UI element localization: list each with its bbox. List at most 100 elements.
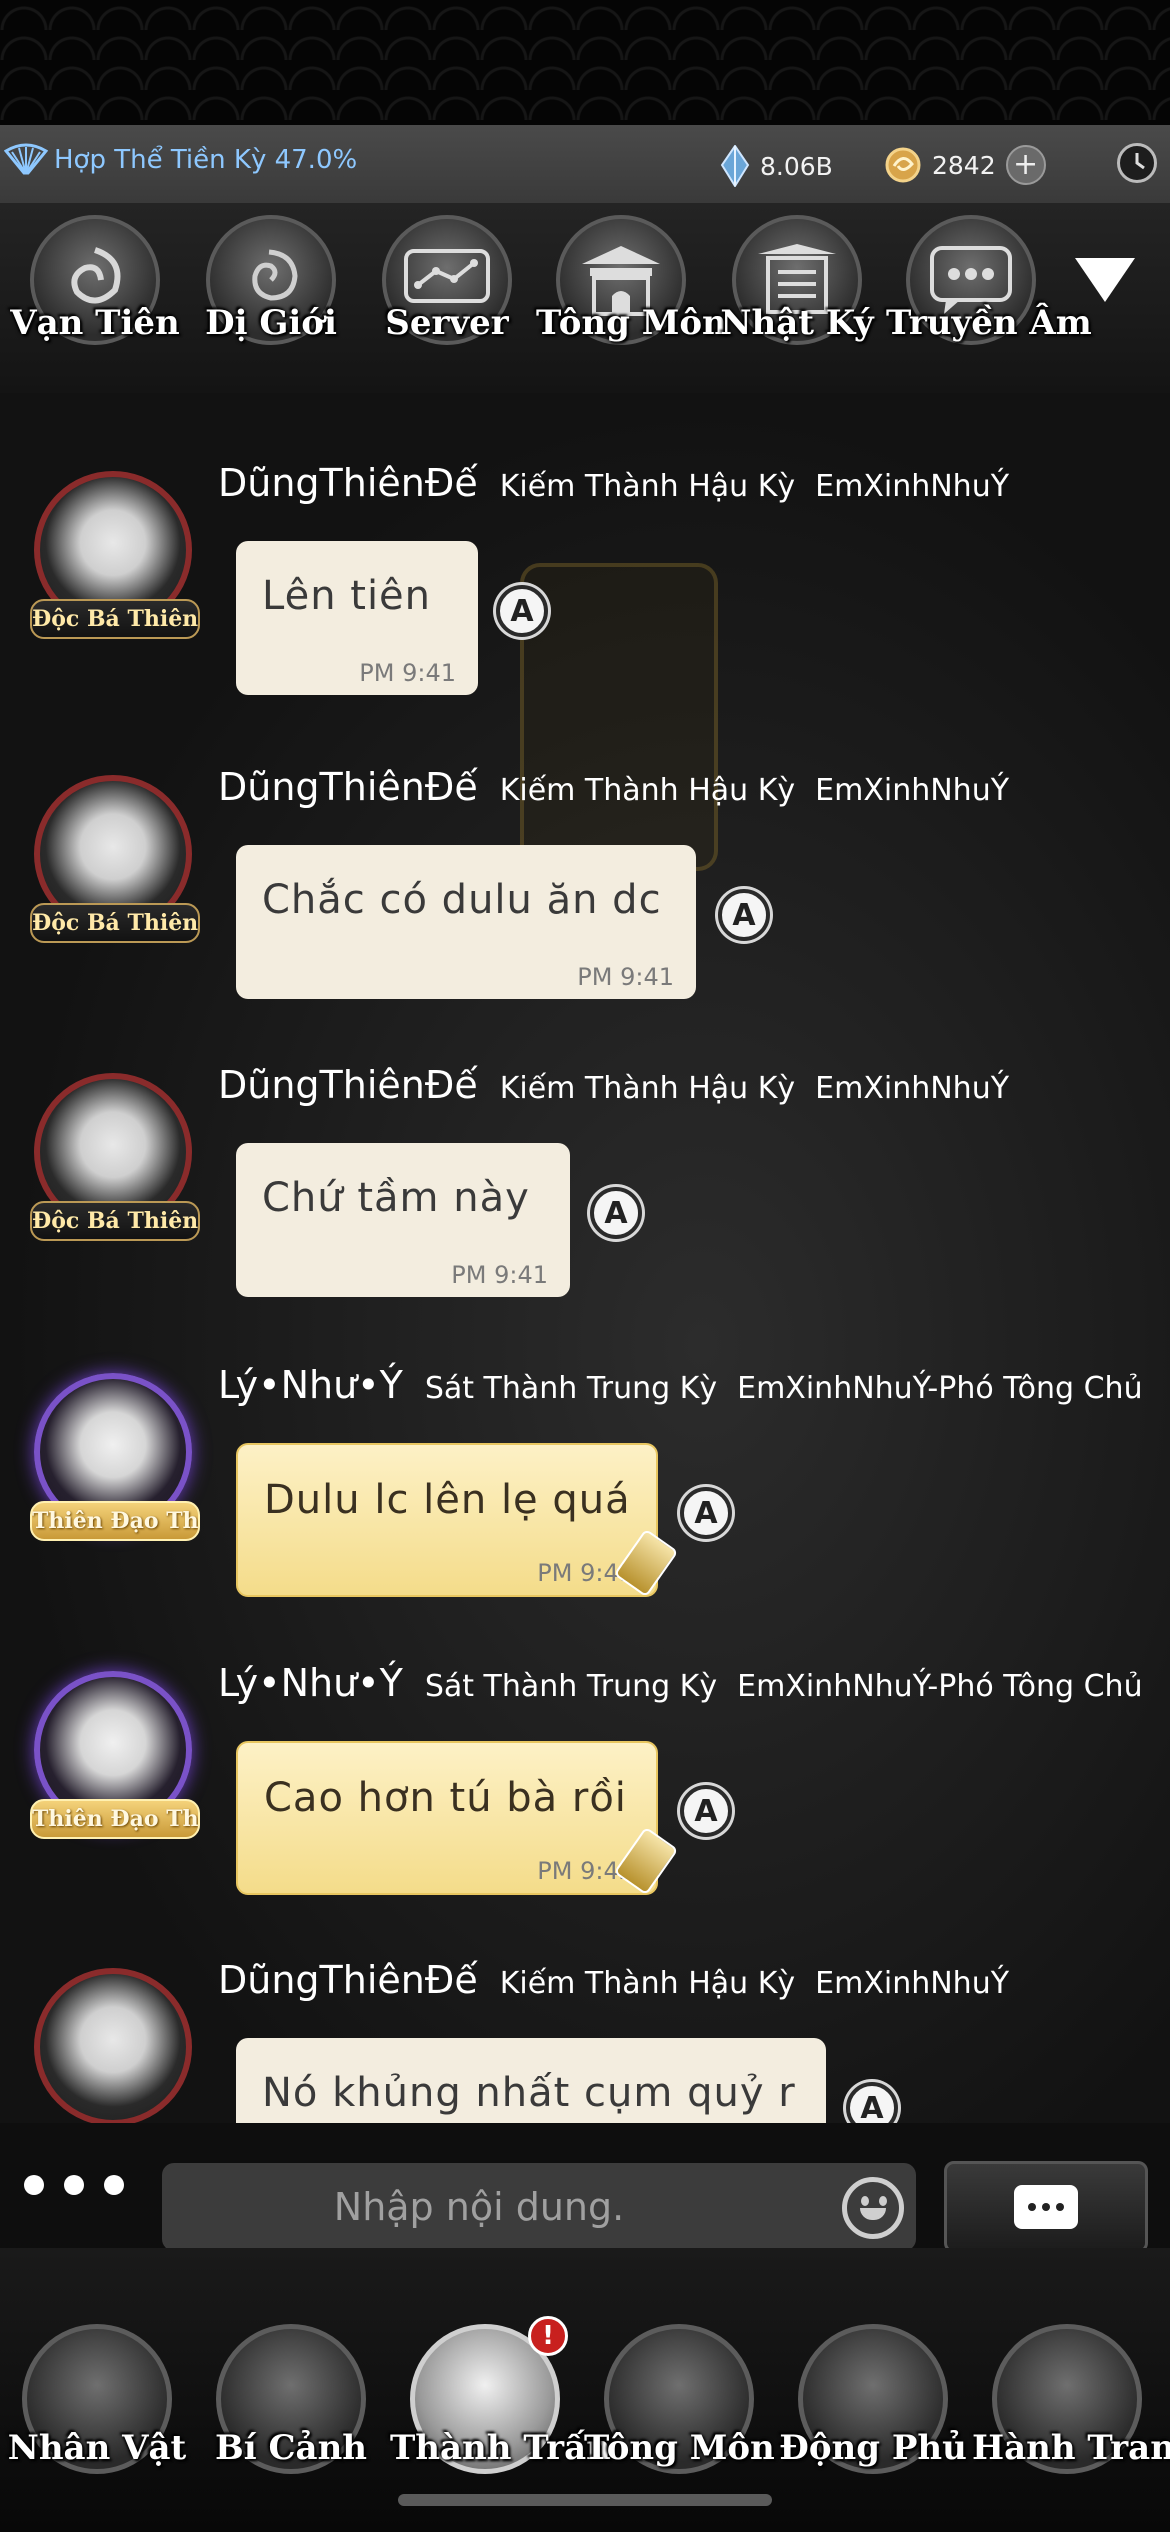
sender-realm: Sát Thành Trung Kỳ <box>424 1371 718 1406</box>
tab-server[interactable]: Server <box>362 215 532 345</box>
background-emblem <box>520 563 718 871</box>
message-bubble[interactable]: Dulu lc lên lẹ quá PM 9:41 <box>236 1443 658 1597</box>
auto-translate-icon[interactable]: A <box>718 889 770 941</box>
tab-tong-mon[interactable]: Tông Môn <box>536 215 727 345</box>
auto-translate-icon[interactable]: A <box>680 1487 732 1539</box>
avatar[interactable]: Thiên Đạo Thánh Quân <box>28 1671 200 1841</box>
message-bubble[interactable]: Chứ tầm này PM 9:41 <box>236 1143 570 1297</box>
message-time: PM 9:41 <box>451 1261 548 1289</box>
nav-tong-mon[interactable]: Tông Môn <box>584 2324 775 2474</box>
chat-input-bar <box>0 2123 1170 2253</box>
nav-nhan-vat[interactable]: Nhân Vật <box>2 2324 192 2474</box>
auto-translate-icon[interactable]: A <box>496 585 548 637</box>
avatar[interactable]: Độc Bá Thiên Hạ <box>28 775 200 945</box>
message-header: DũngThiênĐế Kiếm Thành Hậu Kỳ EmXinhNhuÝ <box>218 765 1009 809</box>
sender-name[interactable]: DũngThiênĐế <box>218 461 478 505</box>
nav-bi-canh[interactable]: Bí Cảnh <box>196 2324 386 2474</box>
sender-realm: Sát Thành Trung Kỳ <box>424 1669 718 1704</box>
sender-realm: Kiếm Thành Hậu Kỳ <box>499 469 796 504</box>
message-time: PM 9:41 <box>359 659 456 687</box>
sender-guild: EmXinhNhuÝ-Phó Tông Chủ <box>737 1371 1143 1406</box>
crystal-amount: 8.06B <box>760 151 833 181</box>
sender-name[interactable]: DũngThiênĐế <box>218 1958 478 2002</box>
message-bubble[interactable]: Cao hơn tú bà rồi PM 9:42 <box>236 1741 658 1895</box>
tab-truyen-am[interactable]: Truyền Âm <box>886 215 1092 345</box>
nav-hanh-trang[interactable]: Hành Trang <box>972 2324 1170 2474</box>
auto-translate-icon[interactable]: A <box>846 2082 898 2123</box>
nav-label: Nhân Vật <box>7 2428 187 2468</box>
avatar-title-badge: Thiên Đạo Thánh Quân <box>30 1501 200 1541</box>
tab-label: Vạn Tiên <box>10 303 180 343</box>
tab-label: Server <box>385 303 509 343</box>
message-header: DũngThiênĐế Kiếm Thành Hậu Kỳ EmXinhNhuÝ <box>218 1958 1009 2002</box>
send-button[interactable] <box>944 2161 1148 2253</box>
message-text: Cao hơn tú bà rồi <box>264 1775 627 1821</box>
sender-name[interactable]: Lý•Như•Ý <box>218 1661 403 1705</box>
avatar-title-badge: Độc Bá Thiên Hạ <box>30 1201 200 1241</box>
home-indicator[interactable] <box>398 2494 772 2506</box>
message-bubble[interactable]: Lên tiên PM 9:41 <box>236 541 478 695</box>
nav-dong-phu[interactable]: Động Phủ <box>778 2324 968 2474</box>
sender-guild: EmXinhNhuÝ-Phó Tông Chủ <box>737 1669 1143 1704</box>
sender-realm: Kiếm Thành Hậu Kỳ <box>499 1071 796 1106</box>
avatar[interactable]: Độc Bá Thiên Hạ <box>28 471 200 641</box>
expand-tabs-icon[interactable] <box>1075 258 1135 302</box>
avatar-title-badge: Thiên Đạo Thánh Quân <box>30 1799 200 1839</box>
tab-di-gioi[interactable]: Dị Giới <box>186 215 356 345</box>
nav-label: Bí Cảnh <box>214 2428 368 2468</box>
sender-guild: EmXinhNhuÝ <box>815 469 1010 504</box>
cultivation-realm[interactable]: Hợp Thể Tiền Kỳ 47.0% <box>4 143 357 177</box>
crystal-icon <box>720 145 750 187</box>
sender-name[interactable]: DũngThiênĐế <box>218 765 478 809</box>
top-decorative-pattern <box>0 0 1170 125</box>
tab-label: Tông Môn <box>536 303 727 343</box>
message-text: Dulu lc lên lẹ quá <box>264 1477 631 1523</box>
tab-label: Dị Giới <box>205 303 337 343</box>
realm-progress-label: Hợp Thể Tiền Kỳ 47.0% <box>54 145 358 175</box>
nav-label: Hành Trang <box>972 2428 1170 2468</box>
more-options-icon[interactable] <box>24 2175 124 2195</box>
sender-realm: Kiếm Thành Hậu Kỳ <box>499 1966 796 2001</box>
avatar-title-badge: Độc Bá Thiên Hạ <box>30 599 200 639</box>
coin-swirl-icon <box>885 147 921 183</box>
nav-label: Tông Môn <box>584 2428 775 2468</box>
coin-amount: 2842 <box>932 150 996 180</box>
message-text: Nó khủng nhất cụm quỷ r <box>262 2070 796 2116</box>
sender-guild: EmXinhNhuÝ <box>815 1071 1010 1106</box>
avatar[interactable] <box>28 1968 198 2123</box>
coin-currency: 2842 + <box>884 145 1046 185</box>
message-input[interactable] <box>162 2163 916 2251</box>
nav-thanh-tran[interactable]: ! Thành Trấn <box>390 2316 611 2474</box>
auto-translate-icon[interactable]: A <box>680 1785 732 1837</box>
chat-message-list[interactable]: Độc Bá Thiên Hạ DũngThiênĐế Kiếm Thành Hậ… <box>0 393 1170 2123</box>
sender-name[interactable]: Lý•Như•Ý <box>218 1363 403 1407</box>
message-header: Lý•Như•Ý Sát Thành Trung Kỳ EmXinhNhuÝ-Phó… <box>218 1363 1143 1407</box>
notification-badge: ! <box>528 2316 568 2356</box>
avatar-portrait <box>34 1968 192 2123</box>
message-header: DũngThiênĐế Kiếm Thành Hậu Kỳ EmXinhNhuÝ <box>218 461 1009 505</box>
chat-channel-tabs: Vạn Tiên Dị Giới Server Tông Môn Nhật Ký… <box>0 203 1170 393</box>
avatar[interactable]: Độc Bá Thiên Hạ <box>28 1073 200 1243</box>
sender-realm: Kiếm Thành Hậu Kỳ <box>499 773 796 808</box>
sender-guild: EmXinhNhuÝ <box>815 773 1010 808</box>
nav-label: Động Phủ <box>779 2428 967 2468</box>
tab-label: Nhật Ký <box>720 303 874 343</box>
message-header: Lý•Như•Ý Sát Thành Trung Kỳ EmXinhNhuÝ-Phó… <box>218 1661 1143 1705</box>
tab-label: Truyền Âm <box>886 303 1092 343</box>
avatar[interactable]: Thiên Đạo Thánh Quân <box>28 1373 200 1543</box>
fan-icon <box>4 143 48 175</box>
message-bubble[interactable]: Nó khủng nhất cụm quỷ r <box>236 2038 826 2123</box>
tab-van-tien[interactable]: Vạn Tiên <box>10 215 180 345</box>
crystal-currency: 8.06B <box>720 145 833 187</box>
tab-nhat-ky[interactable]: Nhật Ký <box>712 215 882 345</box>
message-text: Chắc có dulu ăn dc <box>262 877 662 923</box>
message-bubble[interactable]: Chắc có dulu ăn dc PM 9:41 <box>236 845 696 999</box>
message-header: DũngThiênĐế Kiếm Thành Hậu Kỳ EmXinhNhuÝ <box>218 1063 1009 1107</box>
clock-icon[interactable] <box>1117 143 1157 183</box>
auto-translate-icon[interactable]: A <box>590 1187 642 1239</box>
sender-name[interactable]: DũngThiênĐế <box>218 1063 478 1107</box>
message-text: Chứ tầm này <box>262 1175 530 1221</box>
nav-label: Thành Trấn <box>390 2428 611 2468</box>
add-coin-button[interactable]: + <box>1005 145 1046 185</box>
emoji-icon[interactable] <box>842 2177 904 2239</box>
